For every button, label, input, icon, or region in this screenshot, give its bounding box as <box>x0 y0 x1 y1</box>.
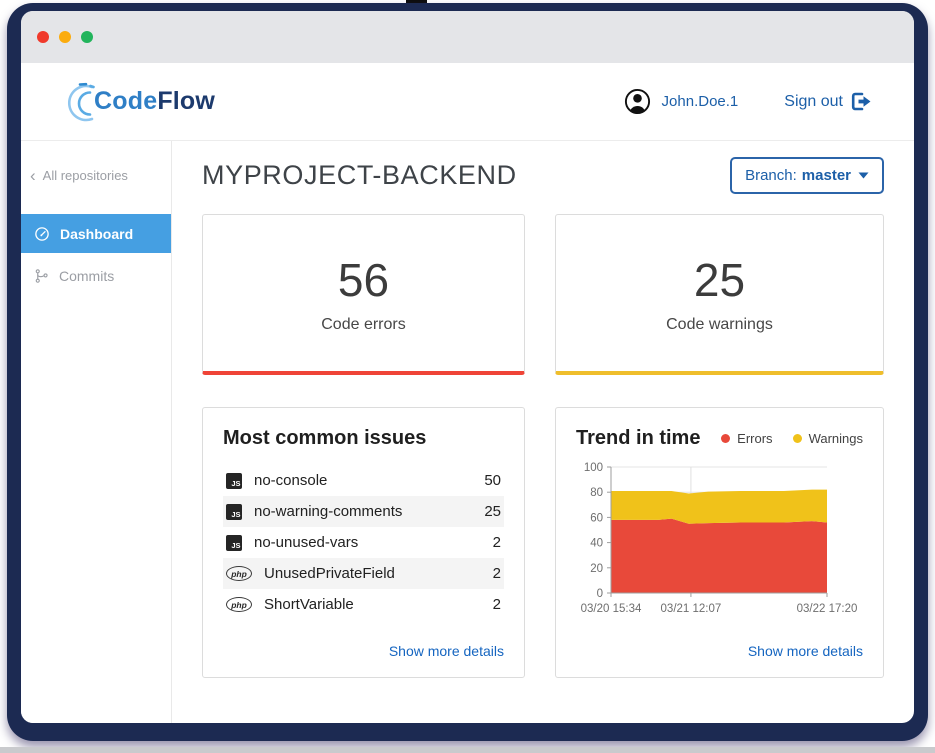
svg-text:100: 100 <box>584 462 603 474</box>
issue-row: JS no-unused-vars2 <box>223 527 504 558</box>
issue-name: UnusedPrivateField <box>264 565 493 582</box>
zoom-window-button[interactable] <box>81 31 93 43</box>
svg-text:80: 80 <box>590 487 603 499</box>
svg-text:60: 60 <box>590 512 603 524</box>
issues-list: JS no-console50 JS no-warning-comments25 JS n… <box>223 465 504 620</box>
issue-row: JS no-console50 <box>223 465 504 496</box>
chevron-left-icon: ‹ <box>30 167 36 184</box>
sign-out-icon <box>851 92 872 111</box>
js-icon: JS <box>226 535 242 551</box>
page-title: MYPROJECT-BACKEND <box>202 160 517 191</box>
trend-show-more-link[interactable]: Show more details <box>748 643 863 663</box>
window-titlebar <box>21 11 914 63</box>
avatar <box>624 88 651 115</box>
desktop-edge <box>0 747 935 753</box>
issue-count: 50 <box>484 472 501 489</box>
main-content: MYPROJECT-BACKEND Branch:master 56 Code … <box>172 141 914 723</box>
issue-row: php ShortVariable2 <box>223 589 504 620</box>
svg-text:40: 40 <box>590 538 603 550</box>
branch-selector[interactable]: Branch:master <box>730 157 884 194</box>
sidebar-item-dashboard[interactable]: Dashboard <box>21 214 171 253</box>
issues-title: Most common issues <box>223 427 504 450</box>
sidebar-item-commits[interactable]: Commits <box>21 256 171 295</box>
issue-name: no-console <box>254 472 484 489</box>
svg-text:03/22 17:20: 03/22 17:20 <box>797 603 858 615</box>
git-branch-icon <box>34 268 49 284</box>
issue-name: no-warning-comments <box>254 503 484 520</box>
svg-text:03/21 12:07: 03/21 12:07 <box>661 603 722 615</box>
trend-title: Trend in time <box>576 427 700 450</box>
js-icon: JS <box>226 473 242 489</box>
gauge-icon <box>34 226 50 242</box>
issue-name: no-unused-vars <box>254 534 493 551</box>
logo-text-code: Code <box>94 87 157 115</box>
trend-area-chart: 0 20 40 60 80 100 03/20 15:34 03/21 12:07 03/22 … <box>576 457 863 621</box>
sign-out-button[interactable]: Sign out <box>784 92 872 111</box>
php-icon: php <box>226 597 252 612</box>
issue-count: 2 <box>493 596 501 613</box>
code-errors-card: 56 Code errors <box>202 214 525 375</box>
legend-dot <box>793 434 802 443</box>
most-common-issues-card: Most common issues JS no-console50 JS no-wa… <box>202 407 525 678</box>
codeflow-logo: CodeFlow <box>59 80 215 124</box>
legend-label: Warnings <box>809 431 863 446</box>
issue-count: 2 <box>493 565 501 582</box>
issue-count: 2 <box>493 534 501 551</box>
logo-text-flow: Flow <box>157 87 215 115</box>
sidebar: ‹ All repositories Dashboard <box>21 141 172 723</box>
chart-legend: Errors Warnings <box>701 431 863 446</box>
issue-row: php UnusedPrivateField2 <box>223 558 504 589</box>
username[interactable]: John.Doe.1 <box>662 93 739 110</box>
app-window: CodeFlow John.Doe.1 Sign out <box>7 3 928 741</box>
legend-item-errors: Errors <box>721 431 772 446</box>
issue-row: JS no-warning-comments25 <box>223 496 504 527</box>
php-icon: php <box>226 566 252 581</box>
issue-name: ShortVariable <box>264 596 493 613</box>
legend-item-warnings: Warnings <box>793 431 863 446</box>
svg-text:20: 20 <box>590 563 603 575</box>
svg-text:0: 0 <box>597 588 603 600</box>
user-area: John.Doe.1 Sign out <box>624 88 872 115</box>
close-window-button[interactable] <box>37 31 49 43</box>
svg-text:03/20 15:34: 03/20 15:34 <box>581 603 642 615</box>
app-header: CodeFlow John.Doe.1 Sign out <box>21 63 914 141</box>
minimize-window-button[interactable] <box>59 31 71 43</box>
legend-label: Errors <box>737 431 772 446</box>
caret-down-icon <box>858 172 869 179</box>
code-warnings-label: Code warnings <box>666 316 773 334</box>
browser-chrome: CodeFlow John.Doe.1 Sign out <box>21 11 914 723</box>
issue-count: 25 <box>484 503 501 520</box>
code-warnings-card: 25 Code warnings <box>555 214 884 375</box>
code-errors-value: 56 <box>338 253 389 307</box>
trend-card: Trend in time Errors Warnings 0 20 40 60 80 10… <box>555 407 884 678</box>
legend-dot <box>721 434 730 443</box>
code-errors-label: Code errors <box>321 316 405 334</box>
js-icon: JS <box>226 504 242 520</box>
all-repositories-link[interactable]: ‹ All repositories <box>21 161 171 190</box>
issues-show-more-link[interactable]: Show more details <box>389 643 504 663</box>
code-warnings-value: 25 <box>694 253 745 307</box>
